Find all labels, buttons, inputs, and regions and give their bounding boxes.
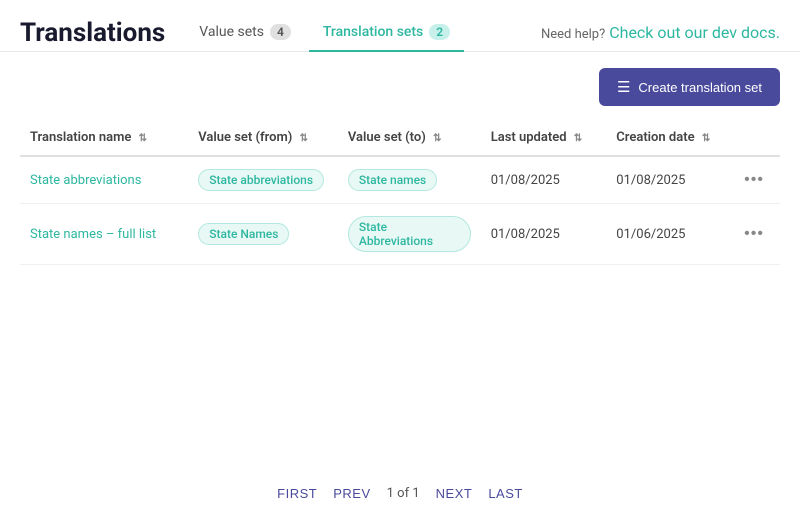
tab-translation-sets-label: Translation sets [323, 24, 423, 40]
value-set-from-tag-0[interactable]: State abbreviations [198, 169, 324, 191]
col-header-actions [728, 122, 780, 156]
col-header-created[interactable]: Creation date ⇅ [606, 122, 728, 156]
cell-created-0: 01/08/2025 [606, 156, 728, 204]
cell-updated-0: 01/08/2025 [481, 156, 607, 204]
table-container: Translation name ⇅ Value set (from) ⇅ Va… [0, 122, 800, 265]
cell-actions-1: ••• [728, 204, 780, 265]
translations-table: Translation name ⇅ Value set (from) ⇅ Va… [20, 122, 780, 265]
tab-translation-sets[interactable]: Translation sets 2 [309, 14, 464, 52]
translation-name-link-1[interactable]: State names – full list [30, 227, 156, 242]
value-set-to-tag-1[interactable]: State Abbreviations [348, 216, 471, 252]
toolbar: ☰ Create translation set [0, 52, 800, 122]
cell-from-1: State Names [188, 204, 338, 265]
page-title: Translations [20, 18, 165, 48]
cell-updated-1: 01/08/2025 [481, 204, 607, 265]
cell-to-1: State Abbreviations [338, 204, 481, 265]
help-text: Need help? [541, 27, 605, 42]
value-set-to-tag-0[interactable]: State names [348, 169, 437, 191]
table-row: State names – full list State Names Stat… [20, 204, 780, 265]
sort-icon-to: ⇅ [433, 133, 441, 144]
table-row: State abbreviations State abbreviations … [20, 156, 780, 204]
cell-to-0: State names [338, 156, 481, 204]
create-button-label: Create translation set [638, 80, 762, 95]
help-link[interactable]: Check out our dev docs. [609, 23, 780, 42]
pagination-info: 1 of 1 [387, 486, 420, 501]
tabs: Value sets 4 Translation sets 2 [185, 14, 541, 51]
pagination-first-button[interactable]: FIRST [277, 486, 317, 501]
sort-icon-updated: ⇅ [574, 133, 582, 144]
header: Translations Value sets 4 Translation se… [0, 0, 800, 52]
sort-icon-created: ⇅ [702, 133, 710, 144]
tab-translation-sets-count: 2 [429, 24, 450, 40]
tab-value-sets-count: 4 [270, 24, 291, 40]
pagination: FIRST PREV 1 of 1 NEXT LAST [0, 486, 800, 501]
col-header-from[interactable]: Value set (from) ⇅ [188, 122, 338, 156]
sort-icon-name: ⇅ [139, 133, 147, 144]
tab-value-sets-label: Value sets [199, 24, 264, 40]
create-translation-set-button[interactable]: ☰ Create translation set [599, 68, 780, 106]
tab-value-sets[interactable]: Value sets 4 [185, 14, 305, 52]
cell-from-0: State abbreviations [188, 156, 338, 204]
translation-name-link-0[interactable]: State abbreviations [30, 173, 141, 188]
col-header-name[interactable]: Translation name ⇅ [20, 122, 188, 156]
help-section: Need help? Check out our dev docs. [541, 23, 780, 42]
pagination-next-button[interactable]: NEXT [436, 486, 473, 501]
cell-name-0: State abbreviations [20, 156, 188, 204]
row-more-button-0[interactable]: ••• [738, 169, 770, 191]
sort-icon-from: ⇅ [300, 133, 308, 144]
pagination-last-button[interactable]: LAST [488, 486, 523, 501]
cell-name-1: State names – full list [20, 204, 188, 265]
col-header-to[interactable]: Value set (to) ⇅ [338, 122, 481, 156]
create-button-icon: ☰ [617, 78, 630, 96]
value-set-from-tag-1[interactable]: State Names [198, 223, 289, 245]
pagination-prev-button[interactable]: PREV [333, 486, 370, 501]
col-header-updated[interactable]: Last updated ⇅ [481, 122, 607, 156]
table-header-row: Translation name ⇅ Value set (from) ⇅ Va… [20, 122, 780, 156]
cell-actions-0: ••• [728, 156, 780, 204]
cell-created-1: 01/06/2025 [606, 204, 728, 265]
row-more-button-1[interactable]: ••• [738, 223, 770, 245]
